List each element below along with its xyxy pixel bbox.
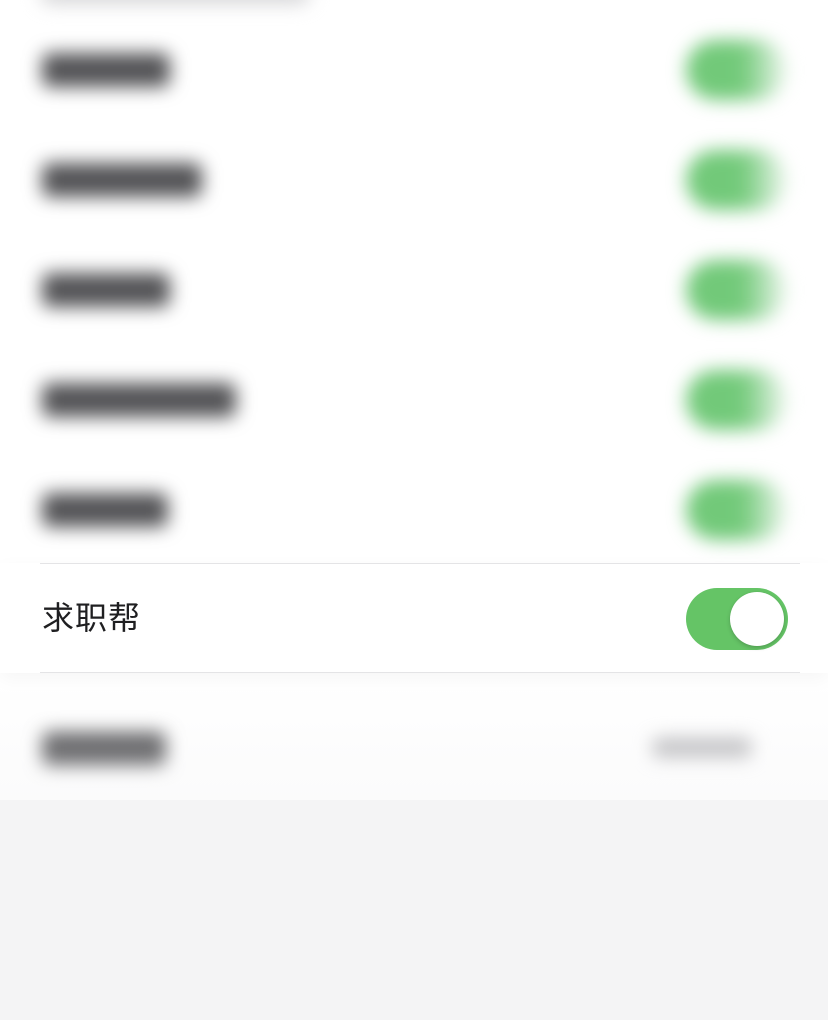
- blurred-setting-row-1[interactable]: [0, 15, 828, 125]
- setting-toggle-1[interactable]: [686, 40, 786, 100]
- blurred-setting-row-2[interactable]: [0, 125, 828, 235]
- setting-label-2: [42, 163, 202, 197]
- bottom-fade: [0, 680, 828, 820]
- setting-label-3: [42, 273, 170, 307]
- toggle-knob: [730, 592, 784, 646]
- row-divider-bottom: [40, 672, 800, 673]
- blurred-setting-row-5[interactable]: [0, 455, 828, 565]
- setting-toggle-2[interactable]: [686, 150, 786, 210]
- setting-label-job-help: 求职帮: [42, 599, 142, 637]
- job-help-toggle[interactable]: [686, 588, 788, 650]
- settings-screen: 求职帮: [0, 0, 828, 1020]
- row-divider-top: [40, 563, 800, 564]
- top-partial-row: [40, 0, 310, 4]
- setting-label-5: [42, 493, 168, 527]
- setting-label-1: [42, 53, 170, 87]
- setting-toggle-3[interactable]: [686, 260, 786, 320]
- setting-toggle-4[interactable]: [686, 370, 786, 430]
- blurred-setting-row-3[interactable]: [0, 235, 828, 345]
- setting-label-4: [42, 383, 236, 417]
- setting-row-job-help[interactable]: 求职帮: [0, 563, 828, 673]
- blurred-setting-row-4[interactable]: [0, 345, 828, 455]
- setting-toggle-5[interactable]: [686, 480, 786, 540]
